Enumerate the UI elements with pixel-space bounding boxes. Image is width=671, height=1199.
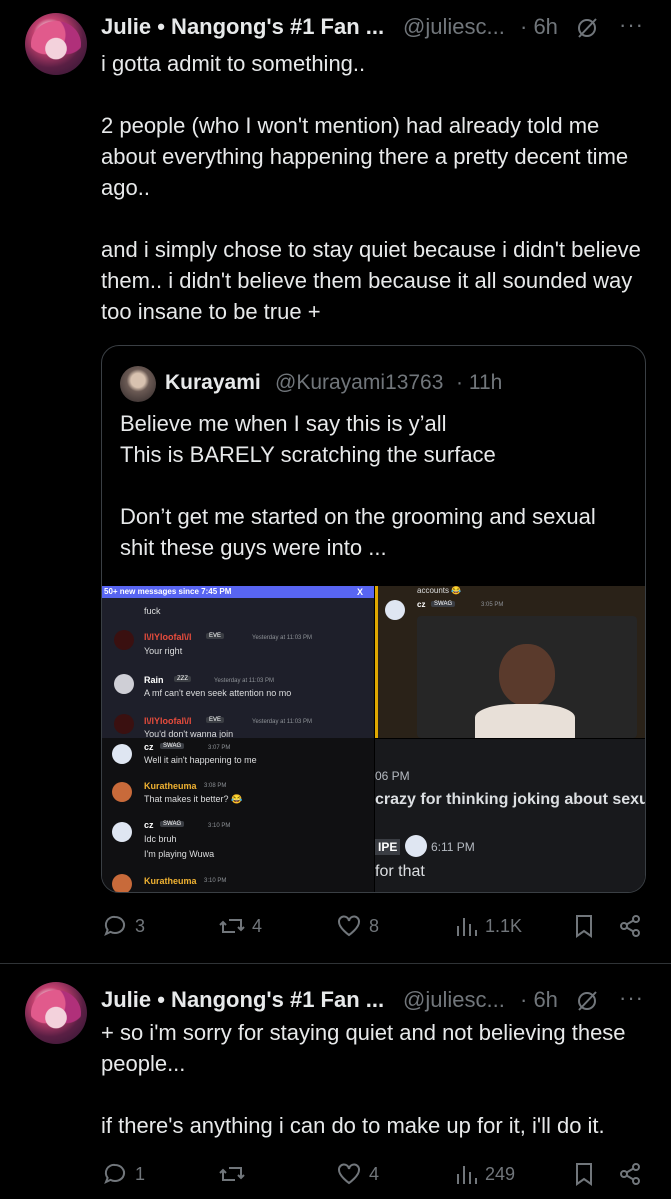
chat-avatar <box>114 674 134 694</box>
media-image-chat-zoom[interactable]: 06 PM crazy for thinking joking about se… <box>375 739 645 892</box>
views-icon[interactable] <box>455 914 479 938</box>
chat-username: Rain <box>144 675 164 685</box>
quote-tweet[interactable]: Kurayami @Kurayami13763 · 11h Believe me… <box>101 345 646 893</box>
chat-tag: EVE <box>206 633 225 639</box>
post-time[interactable]: · 6h <box>520 14 558 40</box>
quote-author-handle[interactable]: @Kurayami13763 <box>275 371 443 395</box>
chat-tag: ZZZ <box>174 676 191 682</box>
chat-text: I'm playing Wuwa <box>144 849 215 859</box>
quote-post-time[interactable]: · 11h <box>456 371 502 395</box>
chat-tag: IPE <box>375 839 401 855</box>
chat-text: Well it ain't happening to me <box>144 755 257 765</box>
chat-tag: EVE <box>206 717 225 723</box>
quote-author-name[interactable]: Kurayami <box>165 371 261 395</box>
quote-text: Believe me when I say this is y’all This… <box>120 411 596 560</box>
chat-lower-panel: cz SWAG 3:07 PM Well it ain't happening … <box>102 738 374 892</box>
chat-username: l\/lYloofal\/l <box>144 632 192 642</box>
chat-username: l\/lYloofal\/l <box>144 716 192 726</box>
chat-username: cz <box>144 820 154 830</box>
views-count: 1.1K <box>485 916 523 936</box>
media-image-discord-chat[interactable]: 50+ new messages since 7:45 PM X fuck l\… <box>102 586 374 892</box>
chat-tag: SWAG <box>160 821 185 827</box>
avatar[interactable] <box>25 13 87 75</box>
author-handle[interactable]: @juliesc... <box>403 14 505 40</box>
chat-text: crazy for thinking joking about sexu <box>375 791 645 808</box>
chat-text: Your right <box>144 646 183 656</box>
close-icon: X <box>357 587 364 597</box>
bookmark-icon[interactable] <box>573 1162 595 1186</box>
post-text: i gotta admit to something.. 2 people (w… <box>101 51 641 324</box>
reply-count: 1 <box>135 1164 146 1184</box>
post-divider <box>0 963 671 964</box>
highlight-bar <box>375 586 378 738</box>
media-image-reaction[interactable]: accounts 😂 cz SWAG 3:05 PM <box>375 586 645 738</box>
chat-text: A mf can't even seek attention no mo <box>144 688 292 698</box>
chat-text: Idc bruh <box>144 834 177 844</box>
chat-avatar <box>112 744 132 764</box>
chat-text: for that <box>375 863 425 880</box>
quote-avatar[interactable] <box>120 366 156 402</box>
face-shape <box>499 644 555 706</box>
more-options-icon[interactable]: ··· <box>619 985 644 1011</box>
avatar[interactable] <box>25 982 87 1044</box>
share-icon[interactable] <box>618 914 642 938</box>
chat-tag: SWAG <box>160 743 185 749</box>
chat-avatar <box>112 822 132 842</box>
post-text: + so i'm sorry for staying quiet and not… <box>101 1020 626 1138</box>
bookmark-icon[interactable] <box>573 914 595 938</box>
repost-icon[interactable] <box>218 1162 246 1186</box>
chat-avatar <box>405 835 427 857</box>
chat-username: Kuratheuma <box>144 781 197 791</box>
repost-count: 4 <box>252 916 263 936</box>
author-name[interactable]: Julie • Nangong's #1 Fan ... <box>101 987 384 1013</box>
chat-username: cz <box>144 742 154 752</box>
chat-time: 3:07 PM <box>208 745 231 751</box>
new-messages-banner: 50+ new messages since 7:45 PM <box>102 586 374 598</box>
author-name[interactable]: Julie • Nangong's #1 Fan ... <box>101 14 384 40</box>
chat-time: Yesterday at 11:03 PM <box>214 678 275 684</box>
chat-avatar <box>385 600 405 620</box>
chat-time: Yesterday at 11:03 PM <box>252 719 313 725</box>
chat-line: fuck <box>144 606 161 616</box>
author-handle[interactable]: @juliesc... <box>403 987 505 1013</box>
like-icon[interactable] <box>336 1162 362 1186</box>
share-icon[interactable] <box>618 1162 642 1186</box>
grok-icon[interactable] <box>575 989 599 1013</box>
chat-time: 6:11 PM <box>431 840 475 854</box>
views-count: 249 <box>485 1164 516 1184</box>
chat-time: 06 PM <box>375 769 410 783</box>
embedded-photo <box>417 616 637 738</box>
like-icon[interactable] <box>336 914 362 938</box>
chat-avatar <box>114 630 134 650</box>
chat-time: 3:10 PM <box>204 878 227 884</box>
chat-time: 3:10 PM <box>208 823 231 829</box>
chat-avatar <box>112 874 132 892</box>
like-count: 8 <box>369 916 380 936</box>
shirt-shape <box>475 704 575 738</box>
post-time[interactable]: · 6h <box>520 987 558 1013</box>
grok-icon[interactable] <box>575 16 599 40</box>
reply-icon[interactable] <box>103 1162 127 1186</box>
reply-count: 3 <box>135 916 146 936</box>
chat-text: That makes it better? 😂 <box>144 794 243 804</box>
repost-icon[interactable] <box>218 914 246 938</box>
chat-time: 3:05 PM <box>481 602 504 608</box>
like-count: 4 <box>369 1164 380 1184</box>
chat-avatar <box>114 714 134 734</box>
chat-avatar <box>112 782 132 802</box>
chat-tag: SWAG <box>431 601 456 607</box>
chat-username: cz <box>417 600 426 609</box>
views-icon[interactable] <box>455 1162 479 1186</box>
more-options-icon[interactable]: ··· <box>619 12 644 38</box>
chat-time: 3:08 PM <box>204 783 227 789</box>
chat-time: Yesterday at 11:03 PM <box>252 635 313 641</box>
reply-icon[interactable] <box>103 914 127 938</box>
chat-text: accounts 😂 <box>417 586 462 595</box>
chat-username: Kuratheuma <box>144 876 197 886</box>
